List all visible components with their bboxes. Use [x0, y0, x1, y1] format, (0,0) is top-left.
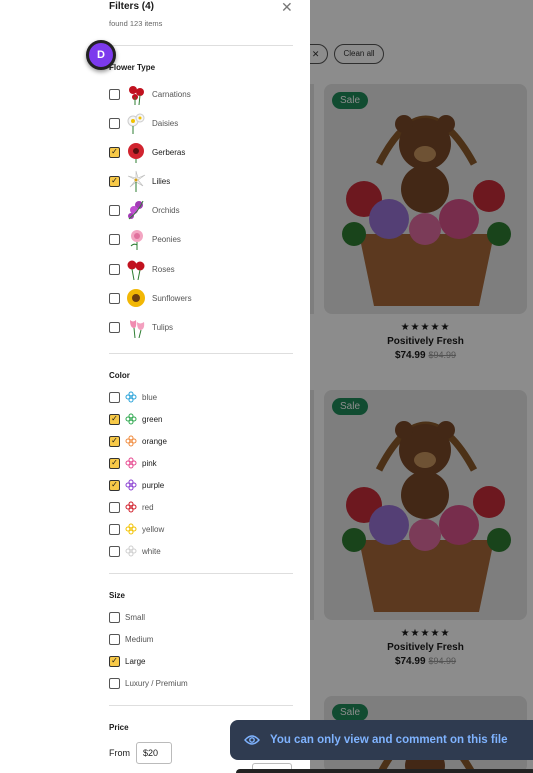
peony-icon [125, 228, 147, 250]
filter-option-lilies[interactable]: ✓ Lilies [109, 170, 170, 192]
filter-option-purple[interactable]: ✓ purple [109, 477, 164, 493]
checkbox[interactable] [109, 263, 120, 275]
filter-option-tulips[interactable]: Tulips [109, 316, 173, 338]
filter-option-gerberas[interactable]: ✓ Gerberas [109, 141, 185, 163]
checkbox-checked[interactable]: ✓ [109, 413, 120, 425]
eye-icon [244, 735, 260, 745]
checkbox-checked[interactable]: ✓ [109, 175, 120, 187]
avatar[interactable]: D [86, 40, 116, 70]
checkbox-checked[interactable]: ✓ [109, 146, 120, 158]
checkbox[interactable] [109, 292, 120, 304]
filter-option-large[interactable]: ✓ Large [109, 653, 145, 669]
checkbox[interactable] [109, 501, 120, 513]
filter-option-daisies[interactable]: Daisies [109, 112, 178, 134]
lily-icon [125, 170, 147, 192]
found-count: found 123 items [109, 19, 163, 28]
color-title: Color [109, 371, 130, 380]
flower-pink-icon [125, 457, 137, 469]
from-label: From [109, 748, 130, 758]
checkbox[interactable] [109, 321, 120, 333]
filter-option-orchids[interactable]: Orchids [109, 199, 180, 221]
checkbox[interactable] [109, 523, 120, 535]
filter-option-small[interactable]: Small [109, 609, 145, 625]
checkbox[interactable] [109, 88, 120, 100]
checkbox[interactable] [109, 204, 120, 216]
divider [109, 705, 293, 706]
price-from-input[interactable]: $20 [136, 742, 172, 764]
tulip-icon [125, 316, 147, 338]
flower-blue-icon [125, 391, 137, 403]
checkbox-checked[interactable]: ✓ [109, 435, 120, 447]
filter-drawer: Filters (4) found 123 items ✕ Flower Typ… [0, 0, 310, 773]
flower-white-icon [125, 545, 137, 557]
flower-type-title: Flower Type [109, 63, 156, 72]
checkbox-checked[interactable]: ✓ [109, 655, 120, 667]
checkbox[interactable] [109, 611, 120, 623]
view-only-toast: You can only view and comment on this fi… [230, 720, 533, 760]
filters-title: Filters (4) [109, 1, 155, 12]
filter-option-orange[interactable]: ✓ orange [109, 433, 167, 449]
checkbox[interactable] [109, 117, 120, 129]
divider [109, 45, 293, 46]
filter-option-carnations[interactable]: Carnations [109, 83, 191, 105]
rose-icon [125, 258, 147, 280]
checkbox[interactable] [109, 233, 120, 245]
sunflower-icon [125, 287, 147, 309]
checkbox[interactable] [109, 677, 120, 689]
filter-option-medium[interactable]: Medium [109, 631, 153, 647]
toast-text: You can only view and comment on this fi… [270, 734, 508, 746]
filter-option-red[interactable]: red [109, 499, 154, 515]
checkbox[interactable] [109, 391, 120, 403]
orchid-icon [125, 199, 147, 221]
filter-option-yellow[interactable]: yellow [109, 521, 164, 537]
bottom-bar [236, 769, 533, 773]
divider [109, 573, 293, 574]
filter-option-luxury-premium[interactable]: Luxury / Premium [109, 675, 188, 691]
price-from-row: From $20 [109, 742, 172, 764]
price-title: Price [109, 723, 129, 732]
filter-option-pink[interactable]: ✓ pink [109, 455, 157, 471]
checkbox[interactable] [109, 633, 120, 645]
carnation-icon [125, 83, 147, 105]
flower-red-icon [125, 501, 137, 513]
size-title: Size [109, 591, 126, 600]
filter-option-white[interactable]: white [109, 543, 161, 559]
filter-option-roses[interactable]: Roses [109, 258, 175, 280]
filter-option-blue[interactable]: blue [109, 389, 157, 405]
gerbera-icon [125, 141, 147, 163]
daisy-icon [125, 112, 147, 134]
filter-option-green[interactable]: ✓ green [109, 411, 162, 427]
flower-purple-icon [125, 479, 137, 491]
checkbox[interactable] [109, 545, 120, 557]
filter-option-peonies[interactable]: Peonies [109, 228, 181, 250]
divider [109, 353, 293, 354]
flower-orange-icon [125, 435, 137, 447]
flower-yellow-icon [125, 523, 137, 535]
flower-green-icon [125, 413, 137, 425]
checkbox-checked[interactable]: ✓ [109, 479, 120, 491]
close-icon[interactable]: ✕ [281, 0, 293, 14]
checkbox-checked[interactable]: ✓ [109, 457, 120, 469]
filter-option-sunflowers[interactable]: Sunflowers [109, 287, 192, 309]
